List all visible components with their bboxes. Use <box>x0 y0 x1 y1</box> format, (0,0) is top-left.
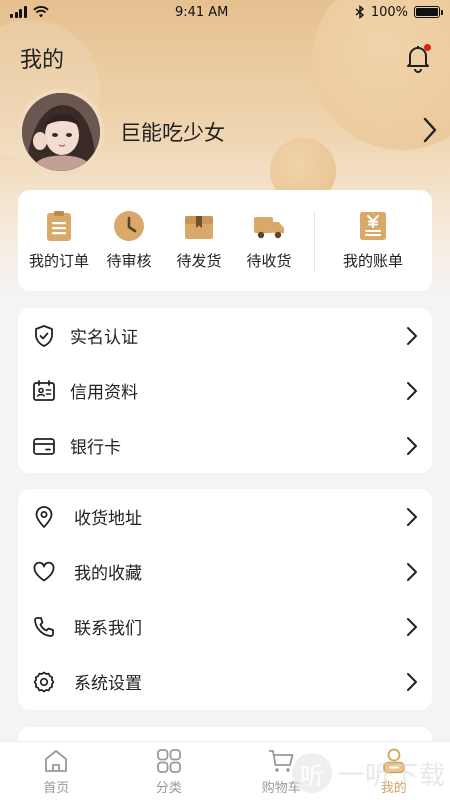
tab-mine[interactable]: 我的 <box>338 742 450 800</box>
menu-item-label: 银行卡 <box>70 438 121 458</box>
menu-item-contact-us[interactable]: 联系我们 <box>18 599 432 654</box>
chevron-right-icon <box>407 618 417 636</box>
tab-label: 我的 <box>380 780 407 796</box>
menu-item-real-name-verification[interactable]: 实名认证 <box>18 308 432 363</box>
battery-icon <box>413 6 443 18</box>
bill-yen-icon <box>360 212 386 240</box>
avatar-portrait-icon <box>22 93 100 171</box>
order-item-my-orders[interactable]: 我的订单 <box>24 210 94 271</box>
menu-item-label: 实名认证 <box>70 328 138 348</box>
order-item-label: 待审核 <box>106 252 152 270</box>
profile-section[interactable]: 巨能吃少女 <box>18 88 438 176</box>
shield-check-icon <box>35 324 53 347</box>
menu-item-label: 联系我们 <box>74 619 142 639</box>
clock-icon <box>114 211 144 241</box>
order-item-pending-shipment[interactable]: 待发货 <box>164 210 234 271</box>
tab-cart[interactable]: 购物车 <box>225 742 338 800</box>
chevron-right-icon <box>407 327 417 345</box>
status-time: 9:41 AM <box>174 4 229 20</box>
heart-icon <box>33 561 55 581</box>
menu-item-label: 系统设置 <box>74 674 142 694</box>
package-box-icon <box>185 216 213 239</box>
chevron-right-icon <box>423 117 437 143</box>
menu-item-system-settings[interactable]: 系统设置 <box>18 654 432 709</box>
category-grid-icon <box>156 748 181 773</box>
menu-item-label: 信用资料 <box>70 383 138 403</box>
bottom-tab-bar: 首页 分类 购物车 我的 <box>0 741 450 800</box>
avatar[interactable] <box>18 89 104 175</box>
order-item-label: 我的账单 <box>342 252 403 270</box>
order-item-my-bill[interactable]: 我的账单 <box>329 210 417 271</box>
cart-icon <box>269 749 294 772</box>
bank-card-icon <box>33 437 55 455</box>
order-item-pending-review[interactable]: 待审核 <box>94 210 164 271</box>
order-item-label: 待发货 <box>176 252 222 270</box>
notification-bell-button[interactable] <box>402 42 434 74</box>
menu-item-label: 我的收藏 <box>74 564 142 584</box>
phone-icon <box>34 616 54 637</box>
menu-item-my-favorites[interactable]: 我的收藏 <box>18 544 432 599</box>
order-item-label: 我的订单 <box>28 252 89 270</box>
order-item-pending-receipt[interactable]: 待收货 <box>234 210 304 271</box>
chevron-right-icon <box>407 563 417 581</box>
service-menu-card: 收货地址 我的收藏 联系我们 系统设置 <box>18 489 432 710</box>
cellular-signal-icon <box>10 6 27 18</box>
status-bar: 9:41 AM 100% <box>0 0 450 24</box>
wifi-icon <box>32 6 49 18</box>
settings-gear-icon <box>33 671 55 692</box>
chevron-right-icon <box>407 382 417 400</box>
divider <box>314 210 315 271</box>
chevron-right-icon <box>407 508 417 526</box>
tab-label: 首页 <box>43 780 70 796</box>
bluetooth-icon <box>355 5 364 19</box>
delivery-truck-icon <box>254 217 284 239</box>
username: 巨能吃少女 <box>120 121 225 145</box>
chevron-right-icon <box>407 437 417 455</box>
id-card-icon <box>33 379 55 401</box>
clipboard-icon <box>47 211 71 241</box>
notification-badge <box>424 44 431 51</box>
home-icon <box>45 749 68 772</box>
user-icon <box>382 748 405 773</box>
tab-home[interactable]: 首页 <box>0 742 113 800</box>
menu-item-shipping-address[interactable]: 收货地址 <box>18 489 432 544</box>
tab-category[interactable]: 分类 <box>113 742 226 800</box>
chevron-right-icon <box>407 673 417 691</box>
account-menu-card: 实名认证 信用资料 银行卡 <box>18 308 432 473</box>
order-status-card: 我的订单 待审核 待发货 待收货 我的账单 <box>18 190 432 291</box>
battery-percent: 100% <box>370 4 408 20</box>
tab-label: 分类 <box>155 780 182 796</box>
menu-item-credit-info[interactable]: 信用资料 <box>18 363 432 418</box>
order-item-label: 待收货 <box>246 252 292 270</box>
location-pin-icon <box>35 505 53 528</box>
menu-item-label: 收货地址 <box>74 509 142 529</box>
tab-label: 购物车 <box>261 780 301 796</box>
menu-item-bank-card[interactable]: 银行卡 <box>18 418 432 473</box>
page-title: 我的 <box>20 48 65 73</box>
